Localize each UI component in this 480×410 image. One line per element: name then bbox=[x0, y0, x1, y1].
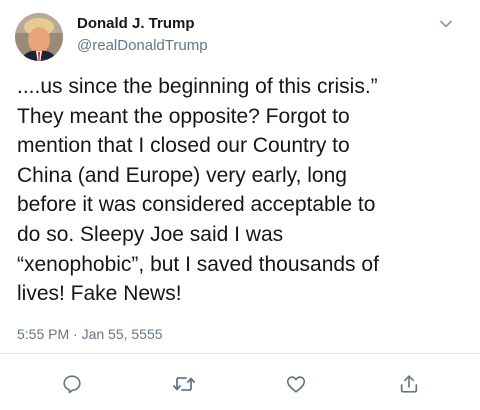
reply-button[interactable] bbox=[60, 372, 84, 396]
handle[interactable]: @realDonaldTrump bbox=[77, 37, 208, 55]
display-name[interactable]: Donald J. Trump bbox=[77, 15, 208, 33]
action-bar bbox=[0, 372, 480, 396]
heart-icon bbox=[285, 373, 307, 395]
like-button[interactable] bbox=[284, 372, 308, 396]
chevron-down-icon[interactable] bbox=[438, 16, 454, 32]
timestamp[interactable]: 5:55 PM · Jan 55, 5555 bbox=[17, 326, 163, 342]
divider bbox=[0, 353, 480, 354]
retweet-button[interactable] bbox=[172, 372, 196, 396]
avatar[interactable] bbox=[15, 13, 63, 61]
retweet-icon bbox=[172, 372, 196, 396]
reply-icon bbox=[61, 373, 83, 395]
share-icon bbox=[398, 373, 420, 395]
share-button[interactable] bbox=[397, 372, 421, 396]
author-info: Donald J. Trump @realDonaldTrump bbox=[77, 15, 208, 55]
tweet-card: Donald J. Trump @realDonaldTrump ....us … bbox=[0, 0, 480, 410]
tweet-text: ....us since the beginning of this crisi… bbox=[17, 75, 379, 306]
